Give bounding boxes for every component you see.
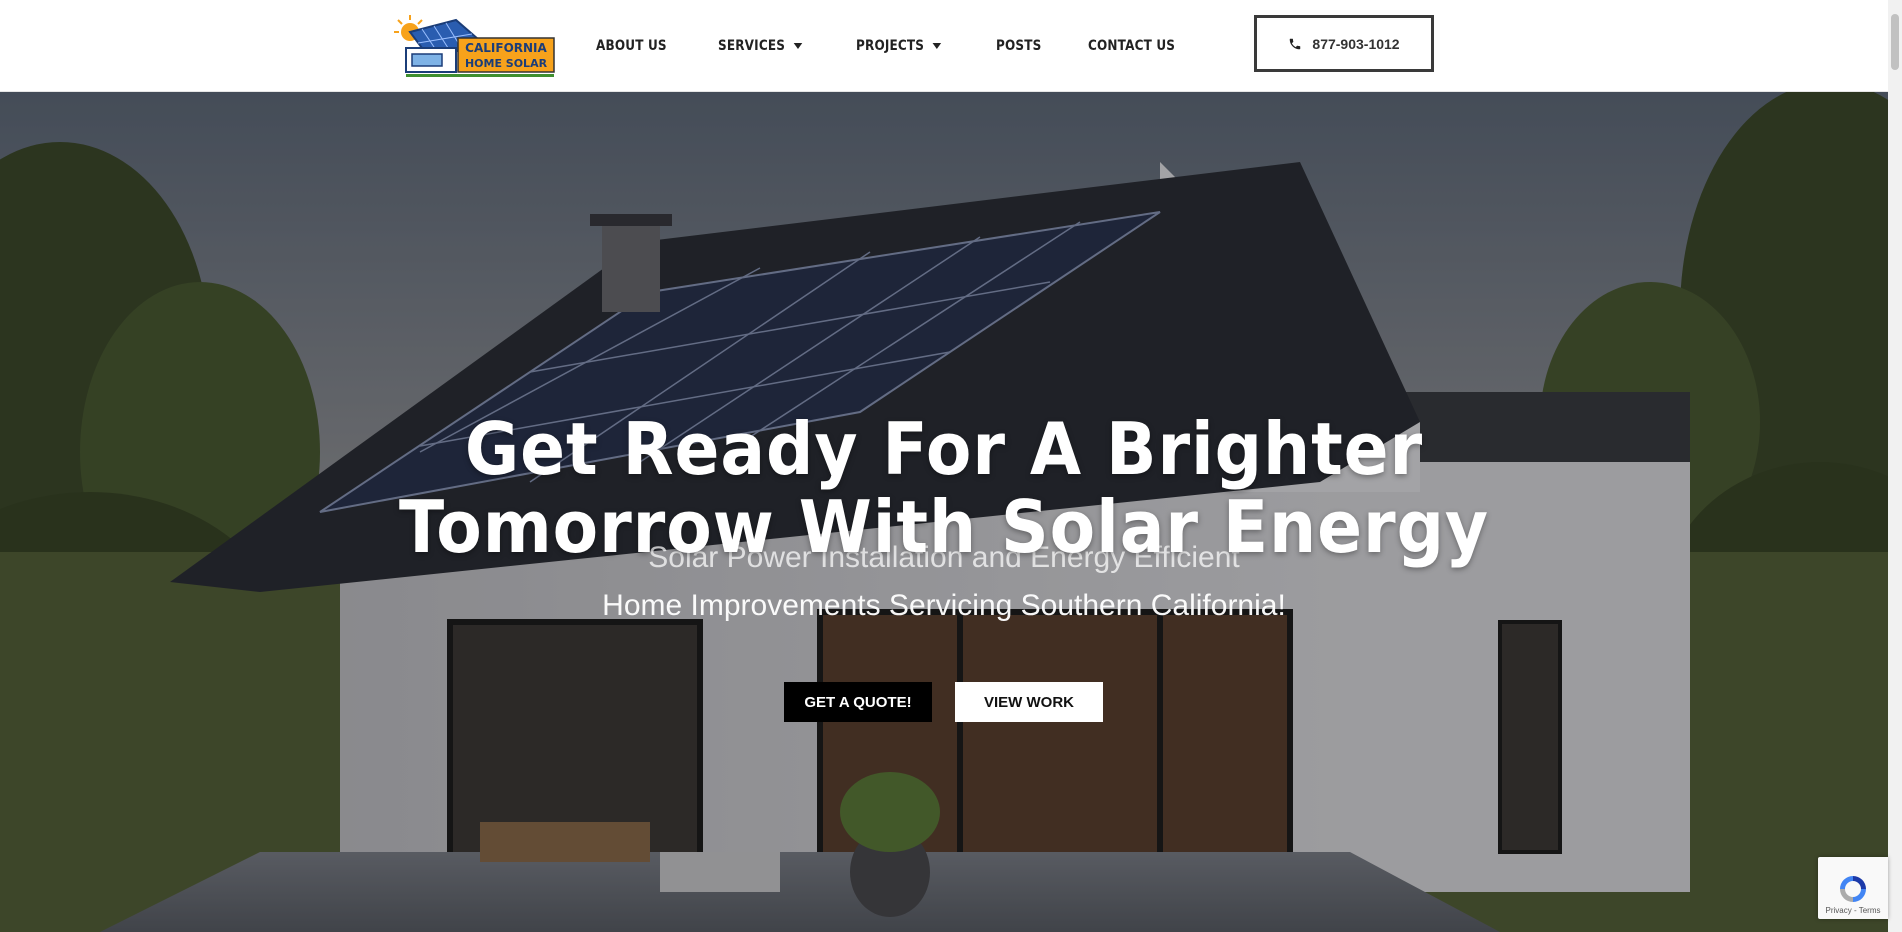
nav-label: CONTACT US [1088,38,1176,54]
main-nav: ABOUT US SERVICES PROJECTS POSTS CONTACT… [596,0,1230,92]
nav-label: POSTS [995,38,1041,54]
get-a-quote-button[interactable]: GET A QUOTE! [784,682,932,722]
logo-house-solar-icon: CALIFORNIA HOME SOLAR [394,15,555,77]
nav-contact-us[interactable]: CONTACT US [1088,38,1175,54]
logo-text-line1: CALIFORNIA [465,41,547,55]
logo-text-line2: HOME SOLAR [465,57,548,70]
hero-title-line1: Get Ready For A Brighter [464,407,1424,491]
nav-label: PROJECTS [856,38,925,54]
caret-down-icon [933,43,942,49]
recaptcha-links[interactable]: Privacy - Terms [1826,906,1881,915]
scrollbar-thumb[interactable] [1891,14,1899,70]
nav-projects[interactable]: PROJECTS [856,38,942,54]
phone-number: 877-903-1012 [1312,35,1400,52]
view-work-button[interactable]: VIEW WORK [955,682,1103,722]
hero-section: Get Ready For A Brighter Tomorrow With S… [0,92,1888,932]
page-scrollbar[interactable] [1888,0,1902,932]
hero-title-line2: Tomorrow With Solar Energy [398,485,1490,569]
nav-posts[interactable]: POSTS [996,38,1041,54]
phone-button[interactable]: 877-903-1012 [1254,15,1434,72]
nav-about-us[interactable]: ABOUT US [596,38,667,54]
hero-subtitle-line2: Home Improvements Servicing Southern Cal… [602,589,1286,622]
nav-services[interactable]: SERVICES [718,38,803,54]
phone-icon [1290,38,1301,49]
site-logo[interactable]: CALIFORNIA HOME SOLAR [388,10,560,78]
caret-down-icon [793,43,803,49]
hero-title: Get Ready For A Brighter Tomorrow With S… [76,410,1813,566]
recaptcha-badge[interactable]: Privacy - Terms [1818,857,1888,919]
site-header: CALIFORNIA HOME SOLAR ABOUT US SERVICES … [0,0,1888,92]
recaptcha-icon [1840,876,1866,902]
nav-label: ABOUT US [596,38,667,54]
nav-label: SERVICES [718,38,786,54]
